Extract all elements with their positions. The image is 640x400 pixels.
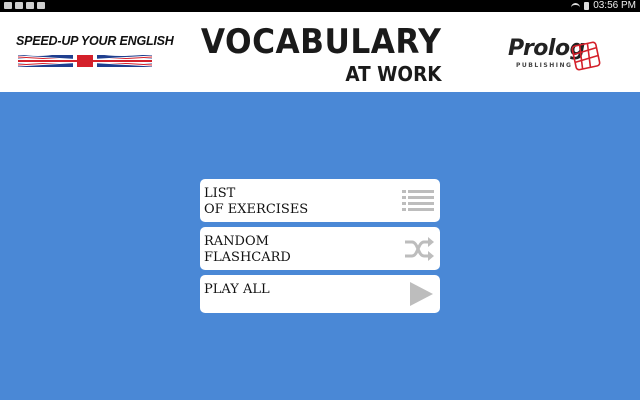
mail-icon [15, 2, 23, 9]
menu-item-label: RANDOM FLASHCARD [204, 234, 291, 265]
system-icons: 03:56 PM [571, 0, 636, 12]
menu-item-label: LIST OF EXERCISES [204, 186, 309, 217]
battery-icon [584, 2, 590, 10]
list-of-exercises-button[interactable]: LIST OF EXERCISES [200, 179, 440, 222]
status-bar: 03:56 PM [0, 0, 640, 12]
app-title: VOCABULARY [200, 22, 441, 62]
speed-up-logo: SPEED-UP YOUR ENGLISH [16, 34, 174, 78]
menu-item-label: PLAY ALL [204, 282, 270, 297]
random-flashcard-button[interactable]: RANDOM FLASHCARD [200, 227, 440, 270]
app-subtitle: AT WORK [344, 62, 441, 86]
app-title-block: VOCABULARY AT WORK [195, 22, 445, 92]
app-header: SPEED-UP YOUR ENGLISH VOCABULARY AT WORK… [0, 12, 640, 92]
list-icon [402, 189, 434, 211]
speed-up-logo-text: SPEED-UP YOUR ENGLISH [16, 34, 174, 48]
shuffle-icon [405, 236, 434, 261]
image-icon [26, 2, 34, 9]
publishing-text: PUBLISHING [516, 62, 573, 69]
play-all-button[interactable]: PLAY ALL [200, 275, 440, 313]
union-jack-icon [18, 54, 152, 67]
play-icon [410, 282, 433, 306]
main-menu: LIST OF EXERCISES RANDOM FLASHCARD PLAY … [200, 179, 440, 318]
download-icon [37, 2, 45, 9]
mail-icon [4, 2, 12, 9]
wifi-icon [571, 2, 581, 10]
prolog-grid-icon [571, 41, 601, 71]
status-time: 03:56 PM [593, 0, 636, 11]
notification-icons [4, 2, 45, 9]
prolog-logo: Prolog PUBLISHING [508, 36, 608, 82]
